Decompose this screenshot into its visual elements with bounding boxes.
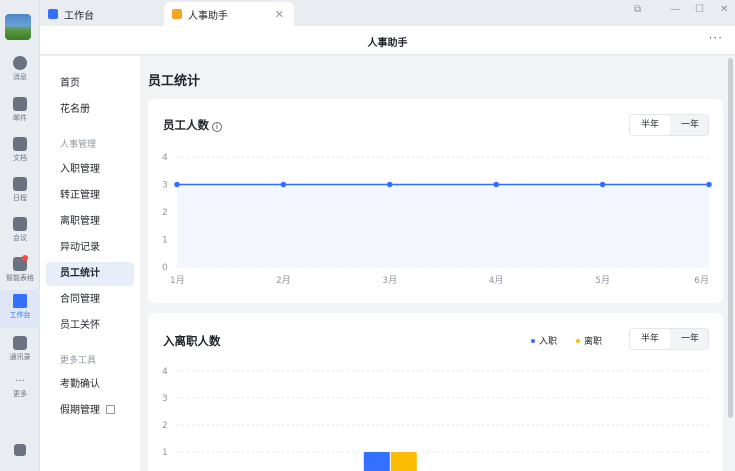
data-point (387, 181, 393, 188)
sidebar-item-onboarding[interactable]: 入职管理 (46, 158, 134, 182)
x-tick-label: 1月 (170, 275, 185, 286)
main-content: 员工统计 员工人数 i 半年 一年 0 1 2 3 4 1月 2月 3月 4月 5月 6月 入离职人数… (140, 56, 735, 471)
rail-item-meeting[interactable]: 会议 (0, 213, 40, 249)
sidebar-item-label: 假期管理 (60, 405, 100, 416)
y-tick-label: 1 (162, 236, 168, 246)
app-window: 消息 邮件 文档 日程 会议 智能表格 工作台 通讯录 ··· 更多 工作台 人… (0, 0, 735, 471)
data-point (280, 181, 287, 188)
sidebar-item-attendance[interactable]: 考勤确认 (46, 373, 134, 397)
tab-bar: 工作台 人事助手 ✕ ⧉ — ☐ ✕ (40, 0, 735, 26)
hr-assistant-tab-icon (172, 9, 182, 19)
app-titlebar: 人事助手 ··· (40, 26, 735, 55)
rail-item-workbench[interactable]: 工作台 (0, 290, 40, 328)
rail-item-contacts[interactable]: 通讯录 (0, 332, 40, 368)
chat-icon (13, 56, 27, 70)
x-tick-label: 4月 (489, 275, 504, 286)
rail-item-smart-sheet[interactable]: 智能表格 (0, 253, 40, 289)
avatar[interactable] (5, 14, 31, 40)
rail-item-messages[interactable]: 消息 (0, 52, 40, 88)
rail-item-docs[interactable]: 文档 (0, 133, 40, 169)
workbench-tab-icon (48, 9, 58, 19)
employee-count-card: 员工人数 i 半年 一年 0 1 2 3 4 1月 2月 3月 4月 5月 6月 (148, 99, 723, 303)
rail-item-apps[interactable] (0, 440, 40, 471)
close-window-icon[interactable]: ✕ (720, 4, 728, 15)
data-point (599, 181, 606, 188)
org-icon (13, 336, 27, 350)
external-link-icon (106, 405, 115, 414)
more-options-icon[interactable]: ··· (709, 31, 723, 45)
rail-item-label: 会议 (13, 234, 27, 242)
rail-item-calendar[interactable]: 日程 (0, 173, 40, 209)
sidebar-item-changes[interactable]: 异动记录 (46, 236, 134, 260)
x-tick-label: 2月 (276, 275, 291, 286)
minimize-icon[interactable]: — (670, 4, 680, 15)
sidebar-item-leave[interactable]: 假期管理 (46, 399, 134, 423)
hire-leave-chart: 1 2 3 4 (162, 367, 709, 471)
rail-item-label: 日程 (13, 194, 27, 202)
rail-item-label: 更多 (13, 390, 27, 398)
sidebar-item-offboarding[interactable]: 离职管理 (46, 210, 134, 234)
tab-label: 人事助手 (188, 10, 228, 22)
y-tick-label: 4 (162, 153, 168, 163)
area-fill (177, 184, 709, 267)
hire-leave-card: 入离职人数 入职 离职 半年 一年 1234 (148, 313, 723, 471)
sidebar-item-employee-stats[interactable]: 员工统计 (46, 262, 134, 286)
sidebar-item-home[interactable]: 首页 (46, 72, 134, 96)
y-tick-label: 3 (162, 394, 168, 404)
employee-count-chart: 0 1 2 3 4 1月 2月 3月 4月 5月 6月 (162, 153, 712, 286)
y-tick-label: 2 (162, 421, 168, 431)
pin-window-icon[interactable]: ⧉ (634, 4, 641, 15)
x-tick-label: 5月 (595, 275, 610, 286)
rail-item-label: 文档 (13, 154, 27, 162)
grid-icon (13, 294, 27, 308)
x-tick-label: 3月 (382, 275, 397, 286)
sidebar-item-regularization[interactable]: 转正管理 (46, 184, 134, 208)
notification-dot (22, 255, 28, 261)
app-title: 人事助手 (367, 38, 408, 49)
data-point (174, 181, 180, 188)
tab-hr-assistant[interactable]: 人事助手 ✕ (164, 2, 294, 26)
sidebar-item-roster[interactable]: 花名册 (46, 98, 134, 122)
y-tick-label: 4 (162, 367, 168, 377)
tab-workbench[interactable]: 工作台 (40, 2, 164, 26)
doc-icon (13, 137, 27, 151)
hr-sidebar: 首页 花名册 人事管理 入职管理 转正管理 离职管理 异动记录 员工统计 合同管… (40, 56, 140, 471)
left-rail: 消息 邮件 文档 日程 会议 智能表格 工作台 通讯录 ··· 更多 (0, 0, 40, 471)
scrollbar[interactable] (728, 58, 733, 418)
mail-icon (13, 97, 27, 111)
x-tick-label: 6月 (694, 275, 709, 286)
y-tick-label: 3 (162, 181, 168, 191)
rail-item-label: 通讯录 (9, 353, 31, 361)
rail-item-label: 消息 (13, 73, 27, 81)
bar (363, 452, 390, 471)
maximize-icon[interactable]: ☐ (695, 4, 704, 15)
y-tick-label: 1 (162, 448, 168, 458)
y-tick-label: 0 (162, 263, 168, 273)
bar (390, 452, 417, 471)
rail-item-label: 邮件 (13, 114, 27, 122)
close-icon[interactable]: ✕ (275, 8, 284, 21)
rail-item-more[interactable]: ··· 更多 (0, 374, 40, 410)
rail-item-label: 工作台 (9, 311, 31, 319)
y-tick-label: 2 (162, 208, 168, 218)
rail-item-mail[interactable]: 邮件 (0, 93, 40, 129)
sidebar-group-more-tools: 更多工具 (60, 356, 97, 366)
video-icon (13, 217, 27, 231)
data-point (493, 181, 500, 188)
sidebar-group-hr: 人事管理 (60, 140, 97, 150)
data-point (706, 181, 712, 188)
sidebar-item-contracts[interactable]: 合同管理 (46, 288, 134, 312)
sidebar-item-employee-care[interactable]: 员工关怀 (46, 314, 134, 338)
tab-label: 工作台 (64, 10, 94, 22)
calendar-icon (13, 177, 27, 191)
more-icon: ··· (15, 376, 25, 387)
rail-item-label: 智能表格 (6, 274, 34, 282)
page-title: 员工统计 (148, 74, 201, 89)
building-icon (14, 444, 26, 456)
